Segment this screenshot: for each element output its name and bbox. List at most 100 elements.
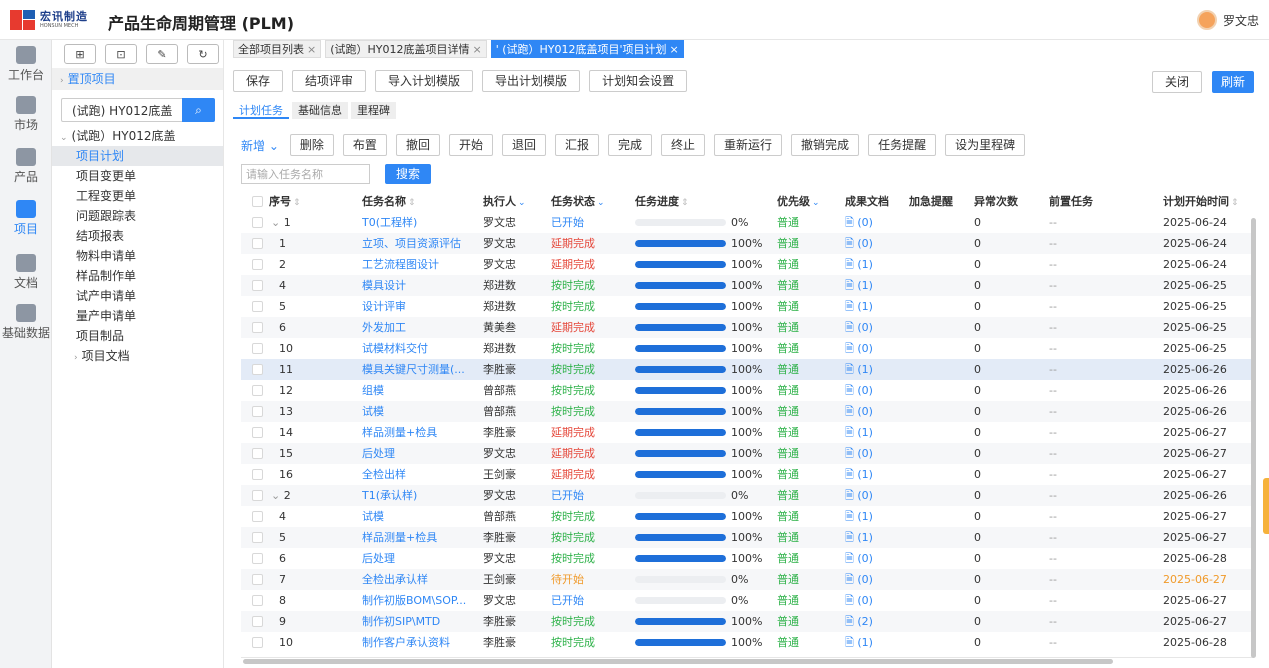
close-icon[interactable]: × (670, 43, 679, 56)
rail-item-5[interactable]: 基础数据 (0, 304, 52, 341)
row-checkbox[interactable] (252, 301, 263, 312)
edit-icon[interactable]: ✎ (146, 44, 178, 64)
result-docs-link[interactable]: 🗎 (0) (845, 443, 873, 464)
task-action-button[interactable]: 任务提醒 (868, 134, 937, 156)
column-header[interactable]: 任务名称 ⇕ (362, 191, 416, 212)
task-name-link[interactable]: 立项、项目资源评估 (362, 233, 477, 254)
row-checkbox[interactable] (252, 595, 263, 606)
task-name-link[interactable]: 制作客户承认资料 (362, 632, 477, 653)
column-header[interactable]: 序号 ⇕ (269, 191, 301, 212)
column-header[interactable]: 成果文档 (845, 191, 889, 212)
task-name-link[interactable]: 外发加工 (362, 317, 477, 338)
task-name-link[interactable]: 模具关键尺寸测量(... (362, 359, 477, 380)
avatar[interactable] (1196, 10, 1217, 30)
refresh-icon[interactable]: ↻ (187, 44, 219, 64)
close-button[interactable]: 关闭 (1151, 71, 1202, 93)
row-checkbox[interactable] (252, 406, 263, 417)
task-action-button[interactable]: 完成 (608, 134, 653, 156)
table-row[interactable]: 10 制作客户承认资料 李胜豪 按时完成 100% 普通 🗎 (1) 0 -- 2025-06-2… (241, 632, 1253, 653)
result-docs-link[interactable]: 🗎 (0) (845, 590, 873, 611)
task-name-link[interactable]: 组模 (362, 380, 477, 401)
search-button[interactable]: 搜索 (385, 164, 432, 184)
result-docs-link[interactable]: 🗎 (0) (845, 548, 873, 569)
sub-tab[interactable]: 里程碑 (351, 102, 396, 119)
result-docs-link[interactable]: 🗎 (1) (845, 632, 873, 653)
row-checkbox[interactable] (252, 511, 263, 522)
tree-item[interactable]: 试产申请单 (52, 286, 223, 306)
tree-item[interactable]: 物料申请单 (52, 246, 223, 266)
row-checkbox[interactable] (252, 385, 263, 396)
table-row[interactable]: 7 全检出承认样 王剑豪 待开始 0% 普通 🗎 (0) 0 -- 2025-06-27 (241, 569, 1253, 590)
table-row[interactable]: ⌄ 1 T0(工程样) 罗文忠 已开始 0% 普通 🗎 (0) 0 -- 2025-06-24 (241, 212, 1253, 233)
result-docs-link[interactable]: 🗎 (0) (845, 212, 873, 233)
task-action-button[interactable]: 删除 (289, 134, 334, 156)
floating-side-tab[interactable] (1263, 478, 1269, 534)
task-action-button[interactable]: 布置 (342, 134, 387, 156)
tree-item[interactable]: 结项报表 (52, 226, 223, 246)
table-row[interactable]: 4 试模 曾部燕 按时完成 100% 普通 🗎 (1) 0 -- 2025-06-27 (241, 506, 1253, 527)
task-name-link[interactable]: 全检出承认样 (362, 569, 477, 590)
rail-item-2[interactable]: 产品 (0, 148, 52, 185)
tree-item[interactable]: 样品制作单 (52, 266, 223, 286)
add-item-icon[interactable]: ⊡ (105, 44, 137, 64)
tree-item[interactable]: 问题跟踪表 (52, 206, 223, 226)
close-icon[interactable]: × (307, 43, 316, 56)
user-menu[interactable]: 罗文忠 (1196, 10, 1259, 30)
horizontal-scrollbar[interactable] (243, 659, 1113, 664)
task-name-link[interactable]: T0(工程样) (362, 212, 477, 233)
pinned-projects[interactable]: › 置顶项目 (52, 68, 223, 90)
vertical-scrollbar[interactable] (1251, 218, 1256, 658)
task-action-button[interactable]: 开始 (448, 134, 493, 156)
task-action-button[interactable]: 重新运行 (714, 134, 783, 156)
table-row[interactable]: 13 试模 曾部燕 按时完成 100% 普通 🗎 (0) 0 -- 2025-06-26 (241, 401, 1253, 422)
task-action-button[interactable]: 终止 (661, 134, 706, 156)
result-docs-link[interactable]: 🗎 (0) (845, 317, 873, 338)
column-header[interactable]: 优先级 ⌄ (777, 191, 820, 212)
column-header[interactable]: 计划开始时间 ⇕ (1163, 191, 1239, 212)
table-row[interactable]: 6 外发加工 黄美叁 延期完成 100% 普通 🗎 (0) 0 -- 2025-06-25 (241, 317, 1253, 338)
close-icon[interactable]: × (473, 43, 482, 56)
tree-item[interactable]: 项目制品 (52, 326, 223, 346)
task-name-link[interactable]: 设计评审 (362, 296, 477, 317)
chevron-down-icon[interactable]: ⌄ (518, 198, 526, 208)
column-header[interactable]: 任务状态 ⌄ (551, 191, 605, 212)
page-tab[interactable]: (试跑）HY012底盖项目详情 × (325, 40, 487, 58)
task-name-link[interactable]: 试模材料交付 (362, 338, 477, 359)
tree-search-input[interactable] (61, 98, 182, 122)
chevron-down-icon[interactable]: ⌄ (597, 198, 605, 208)
table-row[interactable]: 11 模具关键尺寸测量(... 李胜豪 按时完成 100% 普通 🗎 (1) 0 -- 2025-… (241, 359, 1253, 380)
table-row[interactable]: 10 试模材料交付 郑进数 按时完成 100% 普通 🗎 (0) 0 -- 2025-06-25 (241, 338, 1253, 359)
tree-item[interactable]: 项目变更单 (52, 166, 223, 186)
row-checkbox[interactable] (252, 469, 263, 480)
chevron-down-icon[interactable]: ⌄ (812, 198, 820, 208)
task-name-link[interactable]: 试模 (362, 401, 477, 422)
result-docs-link[interactable]: 🗎 (1) (845, 359, 873, 380)
sub-tab[interactable]: 基础信息 (292, 102, 348, 119)
table-row[interactable]: 15 后处理 罗文忠 延期完成 100% 普通 🗎 (0) 0 -- 2025-06-27 (241, 443, 1253, 464)
result-docs-link[interactable]: 🗎 (0) (845, 569, 873, 590)
row-checkbox[interactable] (252, 238, 263, 249)
task-action-button[interactable]: 汇报 (554, 134, 599, 156)
task-name-link[interactable]: 制作初SIP\MTD (362, 611, 477, 632)
task-name-link[interactable]: 全检出样 (362, 464, 477, 485)
row-checkbox[interactable] (252, 427, 263, 438)
task-action-button[interactable]: 撤回 (395, 134, 440, 156)
table-row[interactable]: 16 全检出样 王剑豪 延期完成 100% 普通 🗎 (1) 0 -- 2025-06-27 (241, 464, 1253, 485)
result-docs-link[interactable]: 🗎 (2) (845, 611, 873, 632)
select-all-checkbox[interactable] (252, 196, 263, 207)
table-row[interactable]: 4 模具设计 郑进数 按时完成 100% 普通 🗎 (1) 0 -- 2025-06-25 (241, 275, 1253, 296)
table-row[interactable]: 12 组模 曾部燕 按时完成 100% 普通 🗎 (0) 0 -- 2025-06-26 (241, 380, 1253, 401)
result-docs-link[interactable]: 🗎 (1) (845, 422, 873, 443)
result-docs-link[interactable]: 🗎 (1) (845, 296, 873, 317)
tree-folder[interactable]: › 项目文档 (52, 346, 223, 366)
sort-icon[interactable]: ⇕ (408, 198, 416, 208)
tree-item[interactable]: 工程变更单 (52, 186, 223, 206)
table-row[interactable]: 5 设计评审 郑进数 按时完成 100% 普通 🗎 (1) 0 -- 2025-06-25 (241, 296, 1253, 317)
task-action-button[interactable]: 撤销完成 (791, 134, 860, 156)
task-name-link[interactable]: 后处理 (362, 443, 477, 464)
row-checkbox[interactable] (252, 280, 263, 291)
closure-review-button[interactable]: 结项评审 (292, 70, 367, 92)
result-docs-link[interactable]: 🗎 (1) (845, 275, 873, 296)
result-docs-link[interactable]: 🗎 (0) (845, 338, 873, 359)
export-template-button[interactable]: 导出计划模版 (482, 70, 581, 92)
